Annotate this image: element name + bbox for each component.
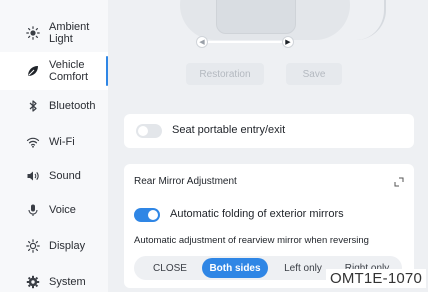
wifi-icon xyxy=(26,135,40,149)
microphone-icon xyxy=(26,203,40,217)
seat-illustration: ◀ ▶ xyxy=(116,0,420,100)
sidebar-item-vehicle-comfort[interactable]: Vehicle Comfort xyxy=(0,52,108,90)
sidebar-item-label: Wi-Fi xyxy=(49,136,75,148)
seat-position-slider[interactable] xyxy=(202,41,288,43)
bluetooth-icon xyxy=(26,99,40,113)
sidebar-item-label: Voice xyxy=(49,204,76,216)
sidebar-item-wifi[interactable]: Wi-Fi xyxy=(0,132,108,152)
portable-entry-toggle[interactable] xyxy=(136,124,162,138)
sidebar-item-label: Display xyxy=(49,240,86,252)
slider-left-handle[interactable]: ◀ xyxy=(196,36,208,48)
portable-entry-card: Seat portable entry/exit xyxy=(124,114,414,148)
slider-right-handle[interactable]: ▶ xyxy=(282,36,294,48)
sidebar-item-ambient-light[interactable]: Ambient Light xyxy=(0,18,108,48)
sidebar-item-display[interactable]: Display xyxy=(0,236,108,256)
gear-icon xyxy=(26,275,40,289)
sidebar-item-bluetooth[interactable]: Bluetooth xyxy=(0,96,108,116)
sidebar-item-label: Bluetooth xyxy=(49,100,96,112)
brightness-icon xyxy=(26,239,40,253)
sidebar-item-label: System xyxy=(49,276,86,288)
main-content: ◀ ▶ Restoration Save Seat portable entry… xyxy=(108,0,428,292)
expand-icon[interactable] xyxy=(394,174,404,192)
seat-edge xyxy=(346,0,386,40)
option-close[interactable]: CLOSE xyxy=(138,258,202,278)
restoration-button[interactable]: Restoration xyxy=(186,63,264,85)
option-left-only[interactable]: Left only xyxy=(272,258,334,278)
sidebar: Ambient Light Vehicle Comfort Bluetooth … xyxy=(0,0,108,292)
sidebar-item-label: Ambient Light xyxy=(49,21,90,45)
watermark-label: OMT1E-1070 xyxy=(325,269,426,288)
toggle-knob xyxy=(138,126,148,136)
sidebar-item-label: Vehicle Comfort xyxy=(49,59,89,83)
option-both-sides[interactable]: Both sides xyxy=(202,258,268,278)
auto-fold-label: Automatic folding of exterior mirrors xyxy=(170,208,344,220)
seat-cushion xyxy=(216,0,296,34)
portable-entry-label: Seat portable entry/exit xyxy=(172,124,286,136)
sidebar-item-system[interactable]: System xyxy=(0,272,108,292)
sidebar-item-label: Sound xyxy=(49,170,81,182)
reverse-adjust-label: Automatic adjustment of rearview mirror … xyxy=(134,235,369,246)
toggle-knob xyxy=(148,210,158,220)
auto-fold-toggle[interactable] xyxy=(134,208,160,222)
rear-mirror-title: Rear Mirror Adjustment xyxy=(134,176,237,187)
save-button[interactable]: Save xyxy=(286,63,342,85)
sidebar-item-voice[interactable]: Voice xyxy=(0,200,108,220)
sun-icon xyxy=(26,26,40,40)
speaker-icon xyxy=(26,169,40,183)
leaf-icon xyxy=(26,64,40,78)
sidebar-item-sound[interactable]: Sound xyxy=(0,166,108,186)
